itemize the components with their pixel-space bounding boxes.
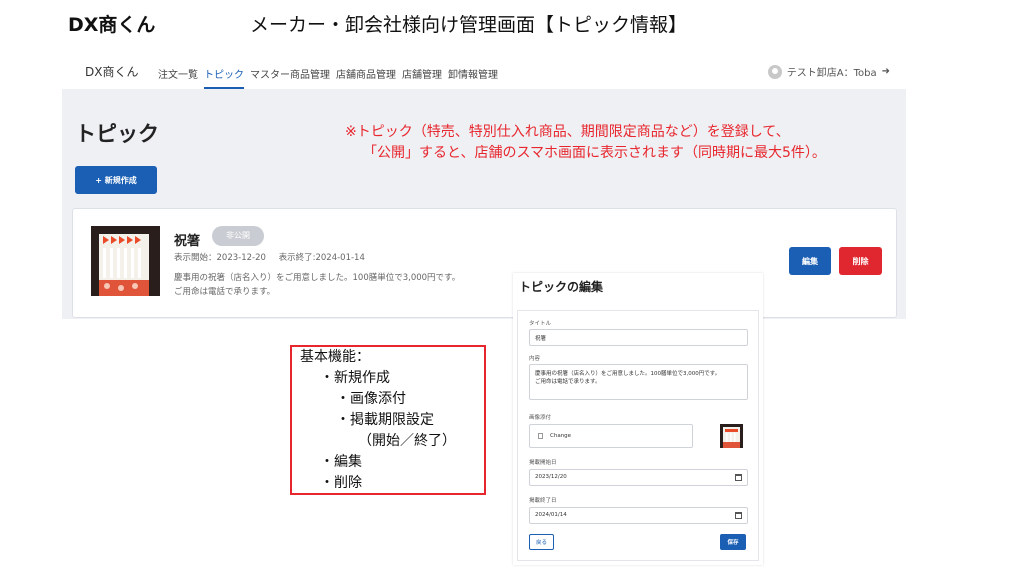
slide-brand: DX商くん [68,14,156,36]
feature-list-box: 基本機能： ・新規作成 ・画像添付 ・掲載期限設定 （開始／終了） ・編集 ・削… [290,345,486,495]
nav-link-master-products[interactable]: マスター商品管理 [250,55,330,89]
file-change-label: Change [550,433,572,439]
nav-link-store-products[interactable]: 店舗商品管理 [336,55,396,89]
topic-title: 祝箸 [174,234,201,249]
annotation-note: ※トピック（特売、特別仕入れ商品、期間限定商品など）を登録して、 「公開」すると… [345,122,826,164]
delete-button[interactable]: 削除 [839,247,882,275]
image-preview [720,424,743,448]
edit-button[interactable]: 編集 [789,247,831,275]
avatar-icon [767,64,782,79]
nav-link-orders[interactable]: 注文一覧 [158,55,198,89]
content-textarea[interactable]: 慶事用の祝箸（店名入り）をご用意しました。100膳単位で3,000円です。 ご用… [529,364,748,400]
user-name: テスト卸店A：Toba [786,68,877,79]
end-date-label: 掲載終了日 [529,498,557,504]
nav-links: 注文一覧 トピック マスター商品管理 店舗商品管理 店舗管理 卸情報管理 [158,55,504,89]
user-menu[interactable]: テスト卸店A：Toba ➜ [767,64,890,79]
new-topic-button[interactable]: + 新規作成 [75,166,157,194]
save-button[interactable]: 保存 [720,534,746,550]
back-button[interactable]: 戻る [529,534,554,550]
start-date-input[interactable]: 2023/12/20 [529,469,748,486]
logout-icon[interactable]: ➜ [882,66,890,77]
content-line: ご用命は電話で承ります。 [535,379,601,385]
content-line: 慶事用の祝箸（店名入り）をご用意しました。100膳単位で3,000円です。 [535,371,721,377]
calendar-icon[interactable] [735,512,742,519]
start-date-value: 2023/12/20 [535,474,567,480]
annotation-line: 「公開」すると、店舗のスマホ画面に表示されます（同時期に最大5件）。 [363,145,826,161]
end-date-value: 2024/01/14 [535,512,567,518]
feature-item: ・削除 [320,475,362,491]
topic-desc-line: 慶事用の祝箸（店名入り）をご用意しました。100膳単位で3,000円です。 [174,273,461,283]
feature-heading: 基本機能： [300,349,370,365]
topic-desc-line: ご用命は電話で承ります。 [174,287,276,297]
start-date-label: 掲載開始日 [529,460,557,466]
topic-start-date: 表示開始：2023-12-20 [174,253,266,263]
topic-end-date: 表示終了:2024-01-14 [278,253,365,263]
slide-title: メーカー・卸会社様向け管理画面【トピック情報】 [250,14,688,36]
calendar-icon[interactable] [735,474,742,481]
topic-description: 慶事用の祝箸（店名入り）をご用意しました。100膳単位で3,000円です。 ご用… [174,271,460,299]
feature-item: ・新規作成 [320,370,390,386]
status-badge: 非公開 [212,226,264,246]
topic-edit-panel: トピックの編集 タイトル 祝箸 内容 慶事用の祝箸（店名入り）をご用意しました。… [513,273,763,565]
edit-panel-title: トピックの編集 [519,280,604,294]
title-label: タイトル [529,321,552,327]
feature-item: （開始／終了） [358,433,456,449]
title-input[interactable]: 祝箸 [529,329,748,346]
topic-thumbnail [91,226,160,296]
annotation-line: ※トピック（特売、特別仕入れ商品、期間限定商品など）を登録して、 [345,124,790,140]
nav-link-stores[interactable]: 店舗管理 [402,55,442,89]
nav-link-topics[interactable]: トピック [204,55,244,89]
edit-form: タイトル 祝箸 内容 慶事用の祝箸（店名入り）をご用意しました。100膳単位で3… [517,310,759,561]
topic-card: 祝箸 非公開 表示開始：2023-12-20 表示終了:2024-01-14 慶… [72,208,897,318]
content-label: 内容 [529,356,541,362]
feature-item: ・掲載期限設定 [336,412,434,428]
nav-link-wholesaler-info[interactable]: 卸情報管理 [448,55,498,89]
feature-item: ・編集 [320,454,362,470]
image-label: 画像添付 [529,415,552,421]
top-navbar: DX商くん 注文一覧 トピック マスター商品管理 店舗商品管理 店舗管理 卸情報… [62,55,906,89]
topic-dates: 表示開始：2023-12-20 表示終了:2024-01-14 [174,251,375,263]
image-file-input[interactable]: Change [529,424,693,448]
file-icon [538,433,543,439]
nav-brand[interactable]: DX商くん [85,63,138,80]
feature-item: ・画像添付 [336,391,406,407]
end-date-input[interactable]: 2024/01/14 [529,507,748,524]
page-title: トピック [75,122,159,146]
